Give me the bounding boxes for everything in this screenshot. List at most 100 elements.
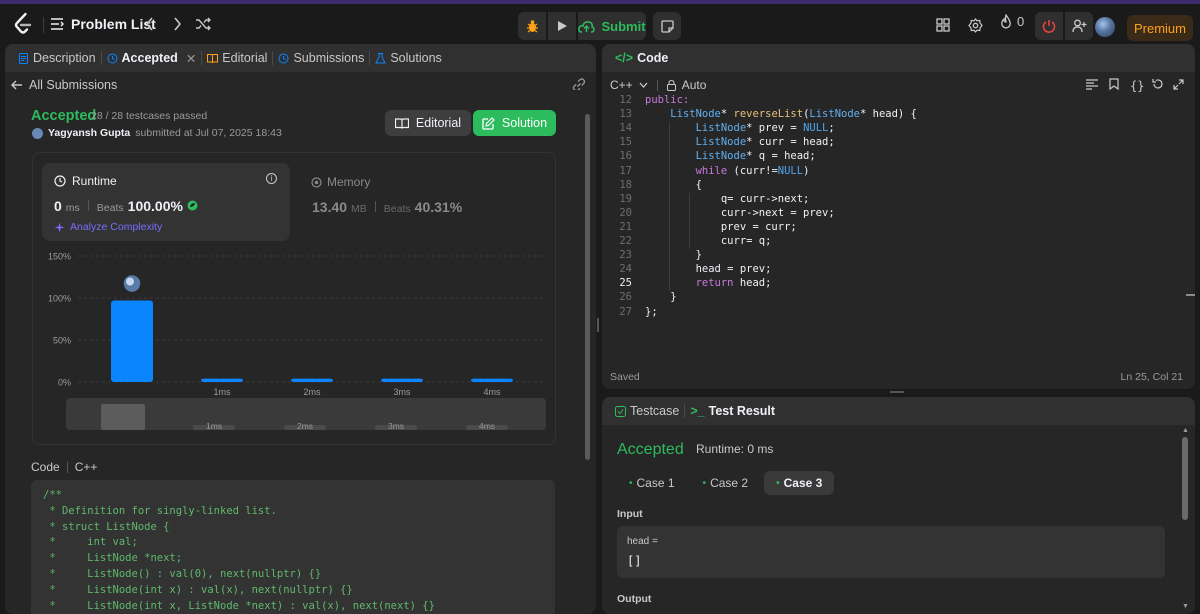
- memory-card[interactable]: Memory: [311, 175, 370, 189]
- code-editor[interactable]: 12 public: 13 ListNode* reverseList(ListNo…: [602, 94, 1195, 364]
- chart-bar[interactable]: [471, 378, 513, 382]
- shuffle-icon[interactable]: [193, 14, 213, 34]
- tab-description[interactable]: Description: [13, 44, 101, 72]
- editorial-button[interactable]: Editorial: [385, 110, 471, 136]
- editor-line[interactable]: 18 {: [602, 179, 1195, 193]
- chevron-down-icon: [639, 82, 648, 88]
- editor-line[interactable]: 13 ListNode* reverseList(ListNode* head)…: [602, 108, 1195, 122]
- editor-line[interactable]: 22 curr= q;: [602, 235, 1195, 249]
- overview-tick-label: 3ms: [388, 421, 404, 431]
- lock-icon: [666, 79, 676, 91]
- horizontal-resize-handle[interactable]: [890, 391, 904, 393]
- solution-button[interactable]: Solution: [473, 110, 556, 136]
- vertical-resize-handle[interactable]: [597, 318, 599, 332]
- line-number: 24: [619, 263, 632, 276]
- submitted-code-block[interactable]: /** * Definition for singly-linked list.…: [31, 480, 555, 614]
- scroll-down-arrow-icon[interactable]: ▼: [1182, 603, 1189, 610]
- all-submissions-link[interactable]: All Submissions: [11, 78, 117, 92]
- input-param-name: head =: [627, 536, 658, 547]
- bookmark-icon[interactable]: [1109, 78, 1119, 93]
- memory-label: Memory: [327, 175, 371, 189]
- analyze-complexity-link[interactable]: Analyze Complexity: [54, 221, 162, 233]
- line-code: public:: [645, 94, 690, 106]
- editor-line[interactable]: 15 ListNode* curr = head;: [602, 136, 1195, 150]
- y-tick-label: 0%: [58, 378, 71, 388]
- pass-dot-icon: •: [629, 477, 633, 489]
- memory-number: 13.40: [312, 199, 348, 215]
- line-number: 17: [619, 164, 632, 177]
- code-tab-bar: </> Code: [602, 44, 1195, 72]
- editor-line[interactable]: 27};: [602, 306, 1195, 320]
- edit-icon: [482, 116, 495, 130]
- run-button[interactable]: [548, 12, 576, 40]
- editor-line[interactable]: 16 ListNode* q = head;: [602, 150, 1195, 164]
- user-avatar[interactable]: [1095, 17, 1115, 37]
- chart-bar[interactable]: [381, 378, 423, 382]
- editor-line[interactable]: 25 return head;: [602, 277, 1195, 291]
- tab-accepted[interactable]: Accepted ✕: [102, 44, 202, 72]
- notes-button[interactable]: [653, 12, 681, 40]
- editor-line[interactable]: 12 public:: [602, 94, 1195, 108]
- editor-line[interactable]: 24 head = prev;: [602, 263, 1195, 277]
- tab-editorial[interactable]: Editorial: [202, 44, 272, 72]
- scroll-up-arrow-icon[interactable]: ▲: [1182, 427, 1189, 434]
- tab-testcase[interactable]: Testcase: [610, 397, 684, 425]
- input-box[interactable]: head = []: [617, 526, 1165, 578]
- submit-button[interactable]: Submit: [578, 12, 646, 40]
- chart-bar[interactable]: [201, 378, 243, 382]
- editor-line[interactable]: 20 curr->next = prev;: [602, 207, 1195, 221]
- debug-button[interactable]: [518, 12, 546, 40]
- book-icon: [207, 53, 219, 63]
- format-lines-icon[interactable]: [1086, 78, 1098, 93]
- chart-bar[interactable]: [111, 300, 153, 382]
- editor-line[interactable]: 21 prev = curr;: [602, 221, 1195, 235]
- line-number: 23: [619, 249, 632, 262]
- submitter-avatar[interactable]: [32, 127, 43, 139]
- case-tab-2[interactable]: • Case 2: [691, 471, 761, 495]
- bug-icon: [526, 19, 538, 32]
- runtime-distribution-chart[interactable]: 150% 100% 50% 0% 1ms 2ms 3ms 4ms 1ms 2ms 3ms 4ms: [33, 248, 557, 438]
- streak-counter[interactable]: 0: [1000, 14, 1024, 29]
- editor-scroll-indicator[interactable]: [1186, 294, 1195, 296]
- submitter-name[interactable]: Yagyansh Gupta: [48, 127, 130, 139]
- add-collaborator-button[interactable]: [1065, 12, 1093, 40]
- left-panel-scrollbar[interactable]: [585, 114, 590, 460]
- editor-line[interactable]: 17 while (curr!=NULL): [602, 165, 1195, 179]
- editor-line[interactable]: 26 }: [602, 291, 1195, 305]
- timer-button[interactable]: [1035, 12, 1063, 40]
- clock-icon: [54, 175, 66, 187]
- prev-problem-chevron-left-icon[interactable]: [140, 14, 160, 34]
- tab-editorial-label: Editorial: [222, 51, 268, 65]
- y-tick-label: 50%: [53, 336, 71, 346]
- overview-tick-label: 2ms: [297, 421, 313, 431]
- premium-button[interactable]: Premium: [1127, 15, 1193, 41]
- tab-submissions[interactable]: Submissions: [273, 44, 369, 72]
- next-problem-chevron-right-icon[interactable]: [167, 14, 187, 34]
- case-tab-3[interactable]: • Case 3: [764, 471, 835, 495]
- editor-line[interactable]: 23 }: [602, 249, 1195, 263]
- tab-solutions[interactable]: Solutions: [370, 44, 446, 72]
- leetcode-logo-icon[interactable]: [12, 12, 34, 36]
- braces-icon[interactable]: {}: [1130, 78, 1144, 93]
- copy-link-icon[interactable]: [572, 78, 586, 93]
- close-tab-icon[interactable]: ✕: [186, 51, 196, 66]
- chart-bar[interactable]: [291, 378, 333, 382]
- editor-line[interactable]: 19 q= curr->next;: [602, 193, 1195, 207]
- runtime-card[interactable]: Runtime i 0 ms Beats 100.00% Analyze Com…: [42, 163, 290, 241]
- case-tab-1[interactable]: • Case 1: [617, 471, 687, 495]
- autocomplete-mode[interactable]: Auto: [682, 78, 707, 92]
- layout-grid-icon[interactable]: [934, 16, 952, 34]
- language-selector[interactable]: C++ Auto: [610, 78, 706, 92]
- line-number: 16: [619, 150, 632, 163]
- tab-code[interactable]: </> Code: [610, 44, 673, 72]
- info-icon[interactable]: i: [266, 173, 277, 184]
- tab-test-result[interactable]: >_ Test Result: [685, 397, 780, 425]
- code-editor-panel: </> Code C++ Auto {} 12 public: 13 ListNod…: [602, 44, 1195, 389]
- reset-icon[interactable]: [1152, 78, 1164, 93]
- expand-icon[interactable]: [1173, 78, 1184, 93]
- result-scrollbar[interactable]: [1182, 437, 1188, 520]
- settings-gear-icon[interactable]: [966, 16, 984, 34]
- history-icon: [278, 53, 289, 63]
- editor-line[interactable]: 14 ListNode* prev = NULL;: [602, 122, 1195, 136]
- terminal-icon: >_: [690, 404, 705, 418]
